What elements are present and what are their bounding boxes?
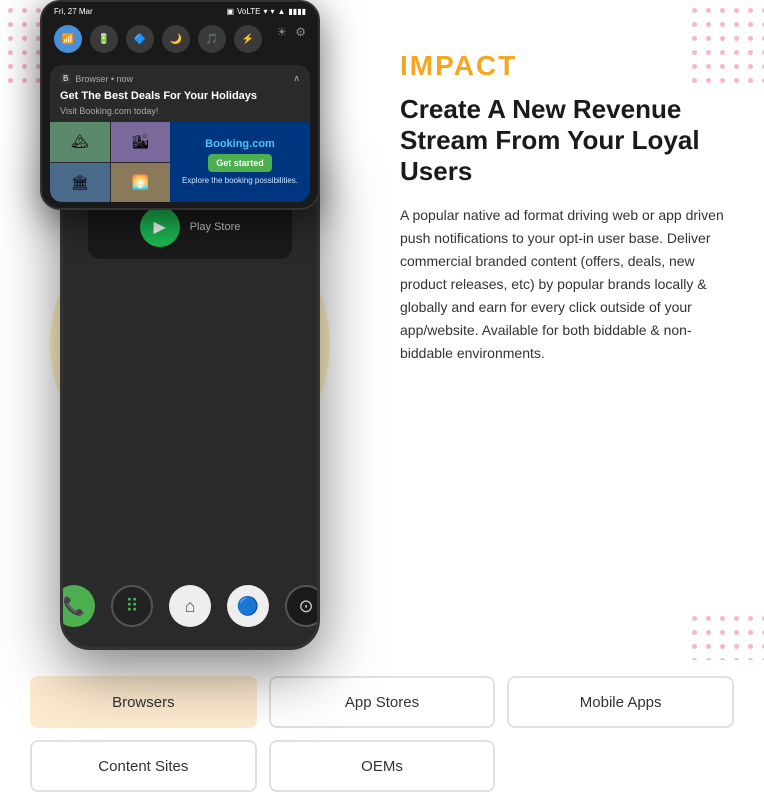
notif-status-bar: Fri, 27 Mar ▣ VoLTE ▾ ▾ ▲ ▮▮▮▮	[42, 2, 318, 19]
chat-app-icon[interactable]: ⠿	[111, 585, 153, 627]
notif-app-name: B Browser • now	[60, 73, 133, 84]
home-app-icon[interactable]: ⌂	[169, 585, 211, 627]
booking-img-2: 🏙	[111, 122, 171, 162]
booking-img-1: 🏔	[50, 122, 110, 162]
headline: Create A New Revenue Stream From Your Lo…	[400, 94, 734, 188]
booking-ad-content: 🏔 🏙 🏛 🌅 Booking.com Get started Explore …	[50, 122, 310, 202]
home-screen: Google Manage ▶ Play Store 📞 ⠿ ⌂	[63, 172, 317, 647]
notif-status-icons: ▣ VoLTE ▾ ▾ ▲ ▮▮▮▮	[226, 7, 306, 16]
notification-card: B Browser • now ∧ Get The Best Deals For…	[50, 65, 310, 202]
notif-title: Get The Best Deals For Your Holidays	[50, 88, 310, 106]
text-section: IMPACT Create A New Revenue Stream From …	[380, 20, 764, 640]
impact-label: IMPACT	[400, 50, 734, 82]
phone-app-icon[interactable]: 📞	[63, 585, 95, 627]
music-icon: 🎵	[198, 25, 226, 53]
settings-icon: ⚙	[295, 25, 306, 53]
notif-expand-icon: ∧	[293, 73, 300, 84]
booking-img-3: 🏛	[50, 163, 110, 203]
booking-logo: Booking.com	[205, 138, 275, 150]
tab-browsers[interactable]: Browsers	[30, 676, 257, 728]
camera-app-icon[interactable]: ⊙	[285, 585, 317, 627]
booking-right-panel: Booking.com Get started Explore the book…	[170, 122, 310, 202]
notif-date: Fri, 27 Mar	[54, 7, 93, 16]
flash-icon: ⚡	[234, 25, 262, 53]
bottom-tabs: Browsers App Stores Mobile Apps Content …	[0, 660, 764, 808]
chrome-app-icon[interactable]: 🔵	[227, 585, 269, 627]
notification-phone: Fri, 27 Mar ▣ VoLTE ▾ ▾ ▲ ▮▮▮▮ 📶 🔋 🔷	[40, 0, 320, 210]
booking-sub-text: Explore the booking possibilities.	[182, 176, 298, 186]
app-icons-row: 📞 ⠿ ⌂ 🔵 ⊙	[63, 585, 317, 627]
phone-main: ⠿ Google Manage ▶ Play Store	[60, 150, 320, 650]
phone-screen: ⠿ Google Manage ▶ Play Store	[63, 153, 317, 647]
tab-oems[interactable]: OEMs	[269, 740, 496, 792]
phone-section: Fri, 27 Mar ▣ VoLTE ▾ ▾ ▲ ▮▮▮▮ 📶 🔋 🔷	[0, 20, 380, 640]
booking-cta-button[interactable]: Get started	[208, 154, 272, 172]
brightness-icon: ☀	[276, 25, 287, 53]
battery-icon: 🔋	[90, 25, 118, 53]
phone-wrapper: Fri, 27 Mar ▣ VoLTE ▾ ▾ ▲ ▮▮▮▮ 📶 🔋 🔷	[60, 30, 320, 650]
wifi-icon: 📶	[54, 25, 82, 53]
play-store-label: Play Store	[190, 221, 241, 233]
booking-images: 🏔 🏙 🏛 🌅	[50, 122, 170, 202]
main-content: Fri, 27 Mar ▣ VoLTE ▾ ▾ ▲ ▮▮▮▮ 📶 🔋 🔷	[0, 0, 764, 660]
bluetooth-icon: 🔷	[126, 25, 154, 53]
notif-quick-settings: 📶 🔋 🔷 🌙 🎵 ⚡ ☀ ⚙	[42, 19, 318, 59]
notif-subtitle: Visit Booking.com today!	[50, 106, 310, 122]
tab-app-stores[interactable]: App Stores	[269, 676, 496, 728]
dnd-icon: 🌙	[162, 25, 190, 53]
play-store-button[interactable]: ▶	[140, 207, 180, 247]
description: A popular native ad format driving web o…	[400, 204, 734, 366]
tab-content-sites[interactable]: Content Sites	[30, 740, 257, 792]
tab-mobile-apps[interactable]: Mobile Apps	[507, 676, 734, 728]
booking-img-4: 🌅	[111, 163, 171, 203]
